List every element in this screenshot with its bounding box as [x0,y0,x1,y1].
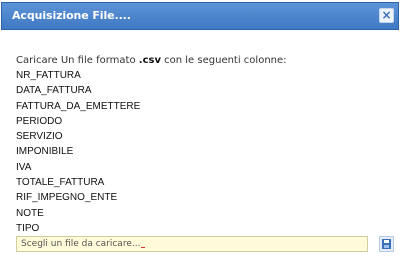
file-chooser-row: Scegli un file da caricare... [16,236,394,252]
file-input-placeholder: Scegli un file da caricare... [21,239,141,249]
instructions-suffix: con le seguenti colonne: [160,55,287,66]
dialog-title: Acquisizione File.... [12,9,131,22]
file-upload-dialog: Acquisizione File.... × Caricare Un file… [0,0,400,264]
close-button[interactable]: × [379,8,394,23]
browse-button[interactable] [379,236,394,252]
close-icon: × [381,8,392,22]
instructions-prefix: Caricare Un file formato [16,55,139,66]
column-name: TOTALE_FATTURA [16,177,105,189]
instructions-format: .csv [138,55,161,66]
column-name: PERIODO [16,115,63,127]
column-name: IVA [16,161,32,173]
column-name: NOTE [16,207,44,219]
column-name: NR_FATTURA [16,70,81,81]
dialog-titlebar: Acquisizione File.... × [1,2,399,30]
save-disk-icon [382,239,391,249]
column-name: SERVIZIO [16,131,63,143]
column-name: TIPO [16,222,40,234]
column-name: IMPONIBILE [16,146,74,158]
dialog-content: Caricare Un file formato .csv con le seg… [16,53,386,236]
column-name: DATA_FATTURA [16,85,92,97]
column-name: FATTURA_DA_EMETTERE [16,100,141,112]
text-cursor [141,247,146,248]
instructions-text: Caricare Un file formato .csv con le seg… [16,53,386,68]
file-input[interactable]: Scegli un file da caricare... [16,236,368,252]
column-name: RIF_IMPEGNO_ENTE [16,192,118,204]
